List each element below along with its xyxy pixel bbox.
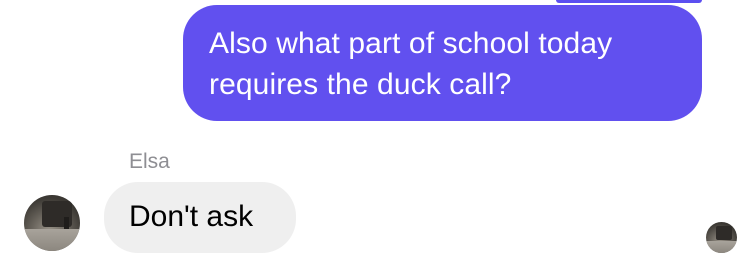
sender-name: Elsa bbox=[129, 150, 170, 173]
outgoing-message-bubble[interactable]: Also what part of school today requires … bbox=[183, 5, 702, 121]
incoming-message-text: Don't ask bbox=[129, 200, 254, 233]
outgoing-message-line-2: requires the duck call? bbox=[209, 68, 512, 101]
previous-message-bubble-edge[interactable] bbox=[556, 0, 702, 3]
read-receipt-photo-object bbox=[716, 226, 732, 240]
outgoing-message-line-1: Also what part of school today bbox=[209, 27, 613, 60]
incoming-message-bubble[interactable]: Don't ask bbox=[104, 182, 296, 253]
avatar-photo-floor bbox=[24, 229, 80, 251]
read-receipt-photo-floor bbox=[706, 241, 737, 253]
sender-avatar[interactable] bbox=[24, 195, 80, 251]
read-receipt-avatar bbox=[706, 222, 737, 253]
